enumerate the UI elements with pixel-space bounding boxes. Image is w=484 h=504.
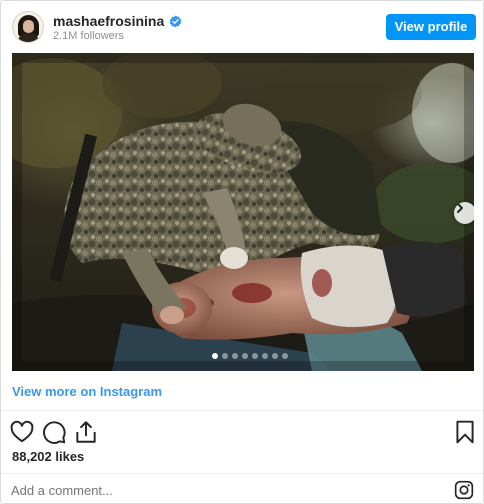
post-photo [12,53,474,371]
carousel-dot [242,353,248,359]
comment-row [1,473,483,504]
verified-badge-icon [170,15,182,27]
followers-count: 2.1M followers [53,30,124,42]
carousel-dot [232,353,238,359]
carousel-dot [212,353,218,359]
avatar[interactable] [12,11,44,43]
likes-count: 88,202 likes [12,449,85,464]
view-more-link[interactable]: View more on Instagram [12,384,162,399]
chevron-right-icon [457,203,463,213]
heart-icon[interactable] [9,419,35,445]
comment-icon[interactable] [41,419,67,445]
carousel-dot [252,353,258,359]
share-icon[interactable] [73,419,99,445]
carousel-indicator [212,353,288,359]
carousel-dot [282,353,288,359]
username[interactable]: mashaefrosinina [53,13,164,29]
action-bar [1,415,483,447]
carousel-dot [262,353,268,359]
username-row: mashaefrosinina [53,13,182,29]
post-image[interactable] [12,53,474,371]
carousel-dot [272,353,278,359]
next-slide-button[interactable] [454,202,474,224]
post-header: mashaefrosinina 2.1M followers View prof… [1,1,483,53]
carousel-dot [222,353,228,359]
bookmark-icon[interactable] [452,419,478,445]
view-more-row: View more on Instagram [1,371,483,411]
instagram-embed: mashaefrosinina 2.1M followers View prof… [0,0,484,504]
comment-input[interactable] [11,483,431,498]
view-profile-button[interactable]: View profile [386,14,476,40]
instagram-icon[interactable] [454,480,474,500]
